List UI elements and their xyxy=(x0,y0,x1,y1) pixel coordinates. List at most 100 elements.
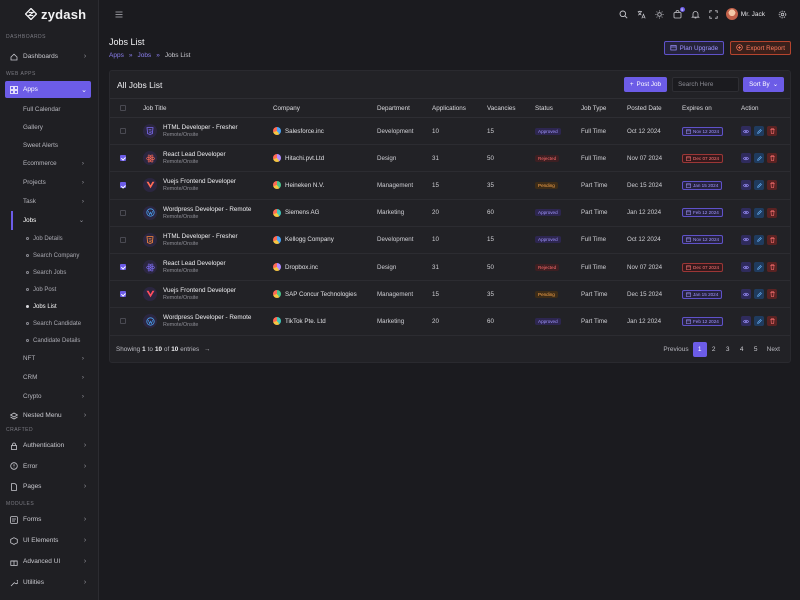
search-icon[interactable] xyxy=(615,6,632,23)
edit-button[interactable] xyxy=(754,234,764,245)
row-checkbox[interactable] xyxy=(120,291,126,298)
sidebar-item-job-post[interactable]: Job Post xyxy=(0,281,98,298)
column-header-vacancies[interactable]: Vacancies xyxy=(487,98,535,118)
row-checkbox[interactable] xyxy=(120,182,126,189)
view-button[interactable] xyxy=(741,234,751,245)
delete-button[interactable] xyxy=(767,126,777,137)
row-checkbox[interactable] xyxy=(120,209,126,216)
column-header-applications[interactable]: Applications xyxy=(432,98,487,118)
view-button[interactable] xyxy=(741,262,751,273)
sidebar-item-gallery[interactable]: Gallery xyxy=(0,118,98,136)
table-row[interactable]: Vuejs Frontend Developer Remote/Onsite S… xyxy=(110,280,790,309)
column-header-posted-date[interactable]: Posted Date xyxy=(627,98,682,118)
delete-button[interactable] xyxy=(767,289,777,300)
sidebar-item-job-details[interactable]: Job Details xyxy=(0,230,98,247)
sidebar-item-task[interactable]: Task › xyxy=(0,192,98,211)
fullscreen-icon[interactable] xyxy=(705,6,722,23)
job-title[interactable]: React Lead Developer xyxy=(163,260,226,267)
cart-icon[interactable]: 5 xyxy=(669,6,686,23)
column-header-company[interactable]: Company xyxy=(273,98,377,118)
search-input[interactable] xyxy=(672,77,740,92)
delete-button[interactable] xyxy=(767,262,777,273)
view-button[interactable] xyxy=(741,289,751,300)
job-title[interactable]: HTML Developer - Fresher xyxy=(163,124,238,131)
delete-button[interactable] xyxy=(767,234,777,245)
job-title[interactable]: Wordpress Developer - Remote xyxy=(163,314,251,321)
edit-button[interactable] xyxy=(754,207,764,218)
sidebar-item-dashboards[interactable]: Dashboards › xyxy=(0,47,98,66)
sidebar-item-candidate-details[interactable]: Candidate Details xyxy=(0,332,98,349)
pagination-page-2[interactable]: 2 xyxy=(707,342,721,357)
row-checkbox[interactable] xyxy=(120,263,126,270)
sidebar-item-sweet-alerts[interactable]: Sweet Alerts xyxy=(0,136,98,154)
row-checkbox[interactable] xyxy=(120,318,126,325)
select-all-checkbox[interactable] xyxy=(120,104,126,111)
sidebar-item-search-candidate[interactable]: Search Candidate xyxy=(0,315,98,332)
delete-button[interactable] xyxy=(767,180,777,191)
edit-button[interactable] xyxy=(754,289,764,300)
sun-icon[interactable] xyxy=(651,6,668,23)
job-title[interactable]: Vuejs Frontend Developer xyxy=(163,178,236,185)
sidebar-item-crm[interactable]: CRM › xyxy=(0,368,98,387)
table-row[interactable]: Vuejs Frontend Developer Remote/Onsite H… xyxy=(110,171,790,200)
view-button[interactable] xyxy=(741,180,751,191)
sidebar-item-jobs-list[interactable]: Jobs List xyxy=(0,298,98,315)
column-header-department[interactable]: Department xyxy=(377,98,432,118)
job-title[interactable]: Vuejs Frontend Developer xyxy=(163,287,236,294)
table-row[interactable]: React Lead Developer Remote/Onsite Hitac… xyxy=(110,144,790,173)
plan-upgrade-button[interactable]: Plan Upgrade xyxy=(663,41,725,55)
view-button[interactable] xyxy=(741,153,751,164)
sidebar-item-nested-menu[interactable]: Nested Menu › xyxy=(0,406,98,425)
delete-button[interactable] xyxy=(767,153,777,164)
sidebar-item-advanced-ui[interactable]: Advanced UI › xyxy=(0,551,98,572)
pagination-page-3[interactable]: 3 xyxy=(721,342,735,357)
pagination-previous[interactable]: Previous xyxy=(659,342,692,357)
job-title[interactable]: React Lead Developer xyxy=(163,151,226,158)
breadcrumb-link-jobs[interactable]: Jobs xyxy=(137,52,151,59)
user-menu[interactable]: Mr. Jack xyxy=(725,8,765,20)
sidebar-item-forms[interactable]: Forms › xyxy=(0,509,98,530)
translate-icon[interactable] xyxy=(633,6,650,23)
brand-logo[interactable]: zydash xyxy=(0,0,98,28)
view-button[interactable] xyxy=(741,207,751,218)
sidebar-item-utilities[interactable]: Utilities › xyxy=(0,572,98,593)
column-header-job-type[interactable]: Job Type xyxy=(581,98,627,118)
sidebar-item-full-calendar[interactable]: Full Calendar xyxy=(0,100,98,118)
edit-button[interactable] xyxy=(754,316,764,327)
delete-button[interactable] xyxy=(767,316,777,327)
sidebar-item-authentication[interactable]: Authentication › xyxy=(0,435,98,456)
sidebar-item-ecommerce[interactable]: Ecommerce › xyxy=(0,154,98,173)
sidebar-item-projects[interactable]: Projects › xyxy=(0,173,98,192)
edit-button[interactable] xyxy=(754,126,764,137)
column-header-status[interactable]: Status xyxy=(535,98,581,118)
sidebar-item-jobs[interactable]: Jobs ⌄ xyxy=(11,211,98,230)
row-checkbox[interactable] xyxy=(120,236,126,243)
menu-toggle-icon[interactable] xyxy=(110,6,127,23)
bell-icon[interactable] xyxy=(687,6,704,23)
table-row[interactable]: HTML Developer - Fresher Remote/Onsite K… xyxy=(110,226,790,254)
pagination-next[interactable]: Next xyxy=(763,342,784,357)
gear-icon[interactable] xyxy=(774,6,791,23)
sidebar-item-ui-elements[interactable]: UI Elements › xyxy=(0,530,98,551)
sidebar-item-search-company[interactable]: Search Company xyxy=(0,247,98,264)
export-report-button[interactable]: Export Report xyxy=(730,41,791,55)
job-title[interactable]: Wordpress Developer - Remote xyxy=(163,206,251,213)
pagination-page-4[interactable]: 4 xyxy=(735,342,749,357)
sidebar-item-apps[interactable]: Apps ⌄ xyxy=(5,81,91,98)
table-row[interactable]: Wordpress Developer - Remote Remote/Onsi… xyxy=(110,307,790,336)
column-header-job-title[interactable]: Job Title xyxy=(143,98,273,118)
view-button[interactable] xyxy=(741,316,751,327)
sort-by-button[interactable]: Sort By ⌄ xyxy=(743,77,784,92)
job-title[interactable]: HTML Developer - Fresher xyxy=(163,233,238,240)
column-header-expires-on[interactable]: Expires on xyxy=(682,98,741,118)
pagination-page-1[interactable]: 1 xyxy=(692,342,707,357)
sidebar-item-error[interactable]: Error › xyxy=(0,456,98,476)
row-checkbox[interactable] xyxy=(120,155,126,162)
sidebar-item-nft[interactable]: NFT › xyxy=(0,349,98,368)
sidebar-item-crypto[interactable]: Crypto › xyxy=(0,387,98,406)
edit-button[interactable] xyxy=(754,262,764,273)
sidebar-item-search-jobs[interactable]: Search Jobs xyxy=(0,264,98,281)
row-checkbox[interactable] xyxy=(120,127,126,134)
edit-button[interactable] xyxy=(754,180,764,191)
view-button[interactable] xyxy=(741,126,751,137)
